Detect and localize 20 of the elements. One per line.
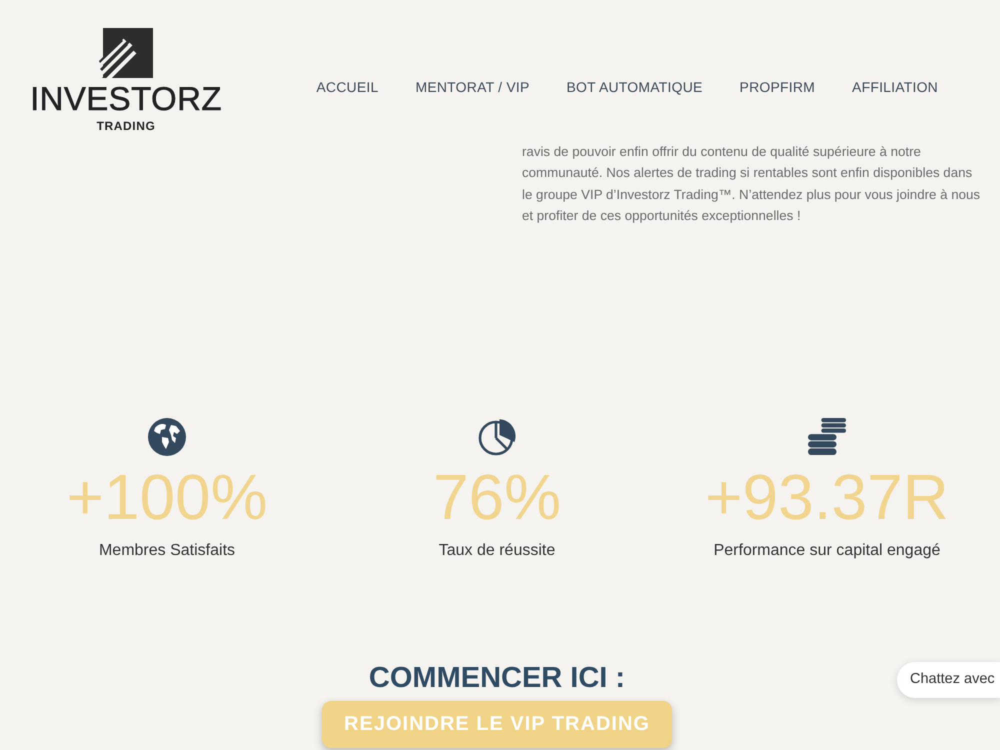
stat-value: +93.37R xyxy=(705,465,949,530)
brand-tagline: TRADING xyxy=(96,119,156,133)
nav-link[interactable]: ACCUEIL xyxy=(316,77,378,97)
logo-icon xyxy=(99,28,153,78)
intro-paragraph: ravis de pouvoir enfin offrir du contenu de qualité supérieure à notre communauté. Nos alertes de trading si rentables sont enfin disponibles dans le groupe VIP d’Investorz Trading™. N’attendez plus pour vous joindre à nous et profiter de ces opportunités exceptionnelles ! xyxy=(522,143,982,225)
pie-chart-icon xyxy=(478,418,516,456)
globe-icon xyxy=(148,418,186,456)
stat-value: 76% xyxy=(432,465,562,530)
nav-link[interactable]: PROPFIRM xyxy=(740,77,816,97)
brand-name: INVESTORZ xyxy=(30,82,222,115)
chat-button[interactable]: Chattez avec xyxy=(897,662,1000,698)
cta-heading: COMMENCER ICI : xyxy=(368,661,626,696)
stat-label: Membres Satisfaits xyxy=(98,541,236,562)
nav-link[interactable]: MENTORAT / VIP xyxy=(415,77,530,97)
nav-link[interactable]: BOT AUTOMATIQUE xyxy=(566,77,703,97)
nav-link[interactable]: AFFILIATION xyxy=(852,77,938,97)
coins-icon xyxy=(808,418,846,456)
stat-value: +100% xyxy=(66,465,268,530)
stat-label: Performance sur capital engagé xyxy=(714,541,940,562)
stat-label: Taux de réussite xyxy=(438,541,556,562)
